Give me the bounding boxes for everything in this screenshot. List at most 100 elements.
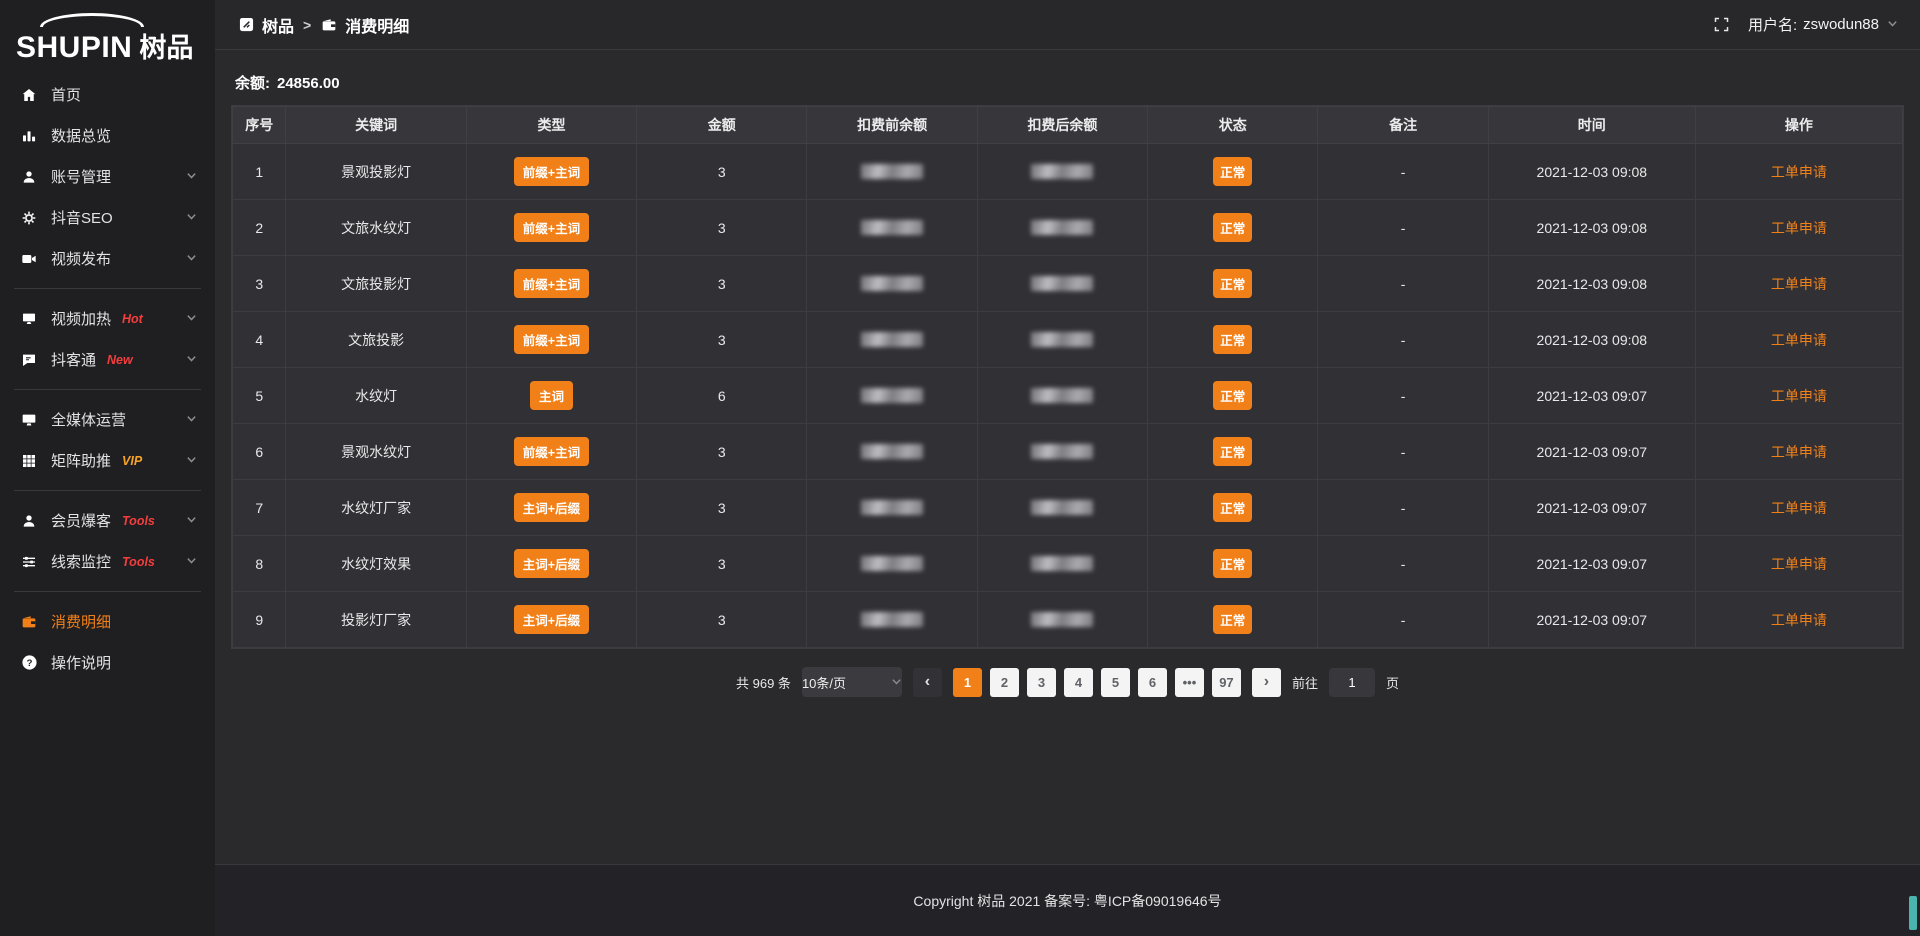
sidebar-divider [14,389,201,390]
sidebar-item-sliders[interactable]: 线索监控Tools [0,541,215,582]
status-badge: 正常 [1213,325,1252,354]
footer: Copyright 树品 2021 备案号: 粤ICP备09019646号 [215,864,1920,936]
cell-after_balance [977,592,1147,648]
cell-amount: 3 [637,312,807,368]
table-row: 3文旅投影灯前缀+主词3正常-2021-12-03 09:08工单申请 [233,256,1903,312]
cell-before_balance [807,144,977,200]
logo-text-cn: 树品 [139,26,193,65]
scrollbar-thumb[interactable] [1909,896,1917,930]
consume-table-wrap: 序号关键词类型金额扣费前余额扣费后余额状态备注时间操作 1景观投影灯前缀+主词3… [231,105,1904,649]
ticket-request-link[interactable]: 工单申请 [1771,444,1827,460]
sidebar-item-user[interactable]: 账号管理 [0,156,215,197]
breadcrumb-item-root[interactable]: 树品 [237,13,294,37]
masked-value [861,164,923,179]
sidebar-item-wallet[interactable]: 消费明细 [0,601,215,642]
sidebar-divider [14,490,201,491]
column-header: 关键词 [286,107,466,144]
cell-type: 主词+后缀 [466,480,636,536]
cell-time: 2021-12-03 09:08 [1488,256,1695,312]
ticket-request-link[interactable]: 工单申请 [1771,500,1827,516]
chevron-down-icon [1887,16,1898,33]
sidebar-item-hot-screen[interactable]: 视频加热Hot [0,298,215,339]
sidebar-item-bar-chart[interactable]: 数据总览 [0,115,215,156]
type-badge: 主词+后缀 [514,493,589,522]
sidebar-item-home[interactable]: 首页 [0,74,215,115]
cell-before_balance [807,536,977,592]
masked-value [1031,276,1093,291]
ticket-request-link[interactable]: 工单申请 [1771,164,1827,180]
cell-index: 5 [233,368,286,424]
masked-value [861,332,923,347]
cell-after_balance [977,536,1147,592]
pager-page-2[interactable]: 2 [990,668,1019,697]
page-size-select[interactable]: 10条/页 [802,667,902,697]
sidebar-item-gear[interactable]: 抖音SEO [0,197,215,238]
table-row: 4文旅投影前缀+主词3正常-2021-12-03 09:08工单申请 [233,312,1903,368]
sidebar-item-label: 视频加热 [51,308,111,329]
sidebar-item-grid[interactable]: 矩阵助推 VIP [0,440,215,481]
cell-keyword: 水纹灯效果 [286,536,466,592]
ticket-request-link[interactable]: 工单申请 [1771,276,1827,292]
type-badge: 前缀+主词 [514,213,589,242]
cell-action: 工单申请 [1695,256,1902,312]
ticket-request-link[interactable]: 工单申请 [1771,332,1827,348]
goto-page-input[interactable] [1329,668,1375,697]
fullscreen-icon[interactable] [1713,16,1730,33]
column-header: 时间 [1488,107,1695,144]
logo-text-en: SHUPIN [16,31,132,65]
main-column: 树品 > 消费明细 用户名: zswodun88 [215,0,1920,936]
cell-status: 正常 [1148,424,1318,480]
cell-before_balance [807,368,977,424]
column-header: 类型 [466,107,636,144]
app-root: SHUPIN 树品 首页数据总览账号管理抖音SEO视频发布视频加热Hot抖客通N… [0,0,1920,936]
cell-remark: - [1318,592,1488,648]
pager-page-1[interactable]: 1 [953,668,982,697]
ticket-request-link[interactable]: 工单申请 [1771,220,1827,236]
cell-time: 2021-12-03 09:07 [1488,480,1695,536]
ticket-request-link[interactable]: 工单申请 [1771,388,1827,404]
pager-page-3[interactable]: 3 [1027,668,1056,697]
sidebar-item-user-group[interactable]: 会员爆客Tools [0,500,215,541]
masked-value [1031,164,1093,179]
type-badge: 主词 [530,381,573,410]
breadcrumb-label: 消费明细 [345,13,409,37]
masked-value [1031,556,1093,571]
username-label: 用户名: [1748,14,1797,35]
sidebar-item-question-circle[interactable]: ?操作说明 [0,642,215,683]
consume-table: 序号关键词类型金额扣费前余额扣费后余额状态备注时间操作 1景观投影灯前缀+主词3… [232,106,1903,648]
cell-remark: - [1318,144,1488,200]
table-row: 9投影灯厂家主词+后缀3正常-2021-12-03 09:07工单申请 [233,592,1903,648]
sliders-icon [20,554,38,570]
sidebar-item-badge: VIP [122,454,142,468]
svg-text:?: ? [26,658,32,669]
cell-status: 正常 [1148,592,1318,648]
sidebar-item-chat[interactable]: 抖客通New [0,339,215,380]
pager-page-6[interactable]: 6 [1138,668,1167,697]
balance-value: 24856.00 [277,75,340,92]
chevron-down-icon [186,250,197,267]
user-dropdown[interactable]: 用户名: zswodun88 [1748,14,1898,35]
sidebar-item-label: 线索监控 [51,551,111,572]
cell-before_balance [807,256,977,312]
sidebar-item-label: 矩阵助推 [51,450,111,471]
breadcrumb-item-current[interactable]: 消费明细 [320,13,409,37]
cell-before_balance [807,312,977,368]
pager-page-5[interactable]: 5 [1101,668,1130,697]
hot-screen-icon [20,311,38,327]
sidebar-item-video-camera[interactable]: 视频发布 [0,238,215,279]
cell-type: 主词 [466,368,636,424]
ticket-request-link[interactable]: 工单申请 [1771,556,1827,572]
cell-amount: 3 [637,424,807,480]
pager-next-button[interactable]: › [1252,668,1281,697]
cell-keyword: 文旅投影 [286,312,466,368]
pager-page-97[interactable]: 97 [1212,668,1241,697]
pager-ellipsis[interactable]: ••• [1175,668,1204,697]
ticket-request-link[interactable]: 工单申请 [1771,612,1827,628]
balance: 余额:24856.00 [235,72,1900,93]
cell-after_balance [977,480,1147,536]
pager-page-4[interactable]: 4 [1064,668,1093,697]
sidebar-divider [14,591,201,592]
pager-prev-button[interactable]: ‹ [913,668,942,697]
cell-amount: 3 [637,144,807,200]
sidebar-item-monitor[interactable]: 全媒体运营 [0,399,215,440]
